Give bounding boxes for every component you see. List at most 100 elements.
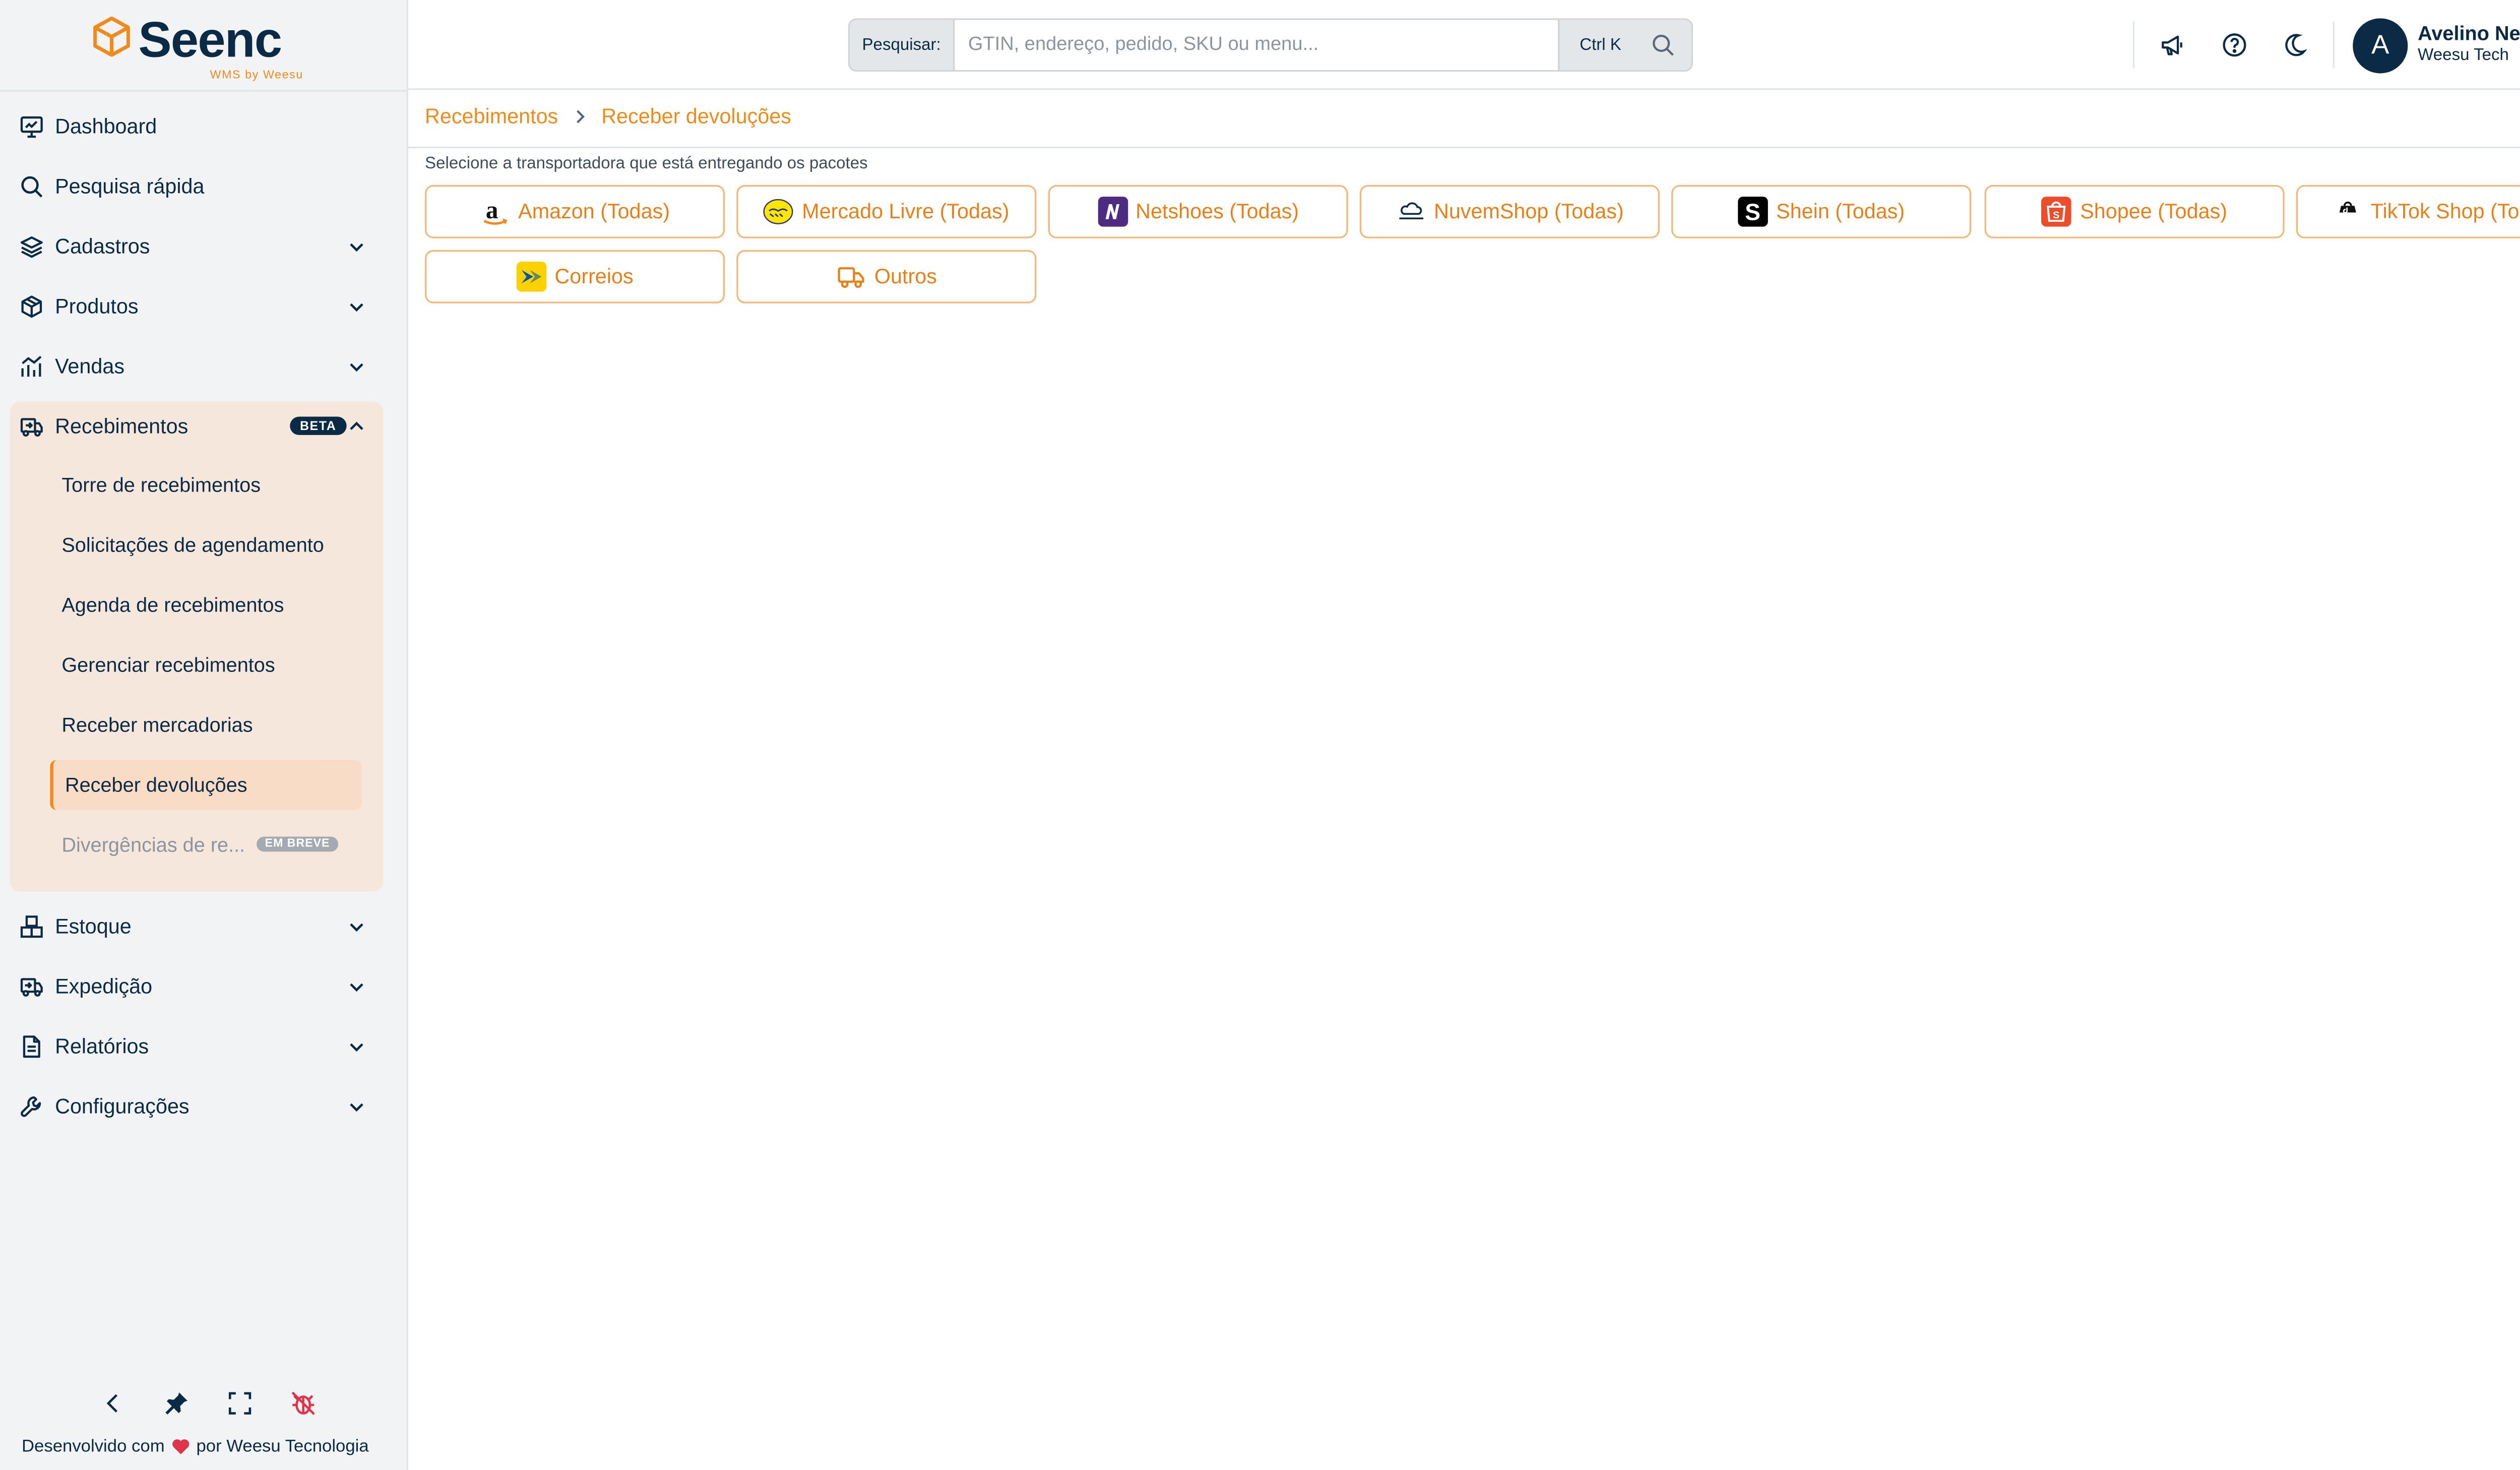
carrier-netshoes-button[interactable]: Netshoes (Todas) [1048,185,1348,238]
chevron-right-icon [572,108,588,125]
truck-ship-icon [20,975,43,998]
chevron-down-icon [347,357,367,377]
heart-icon [171,1438,190,1455]
beta-badge: BETA [290,416,347,435]
search-shortcut[interactable]: Ctrl K [1558,20,1691,70]
search-input[interactable] [955,20,1558,70]
nav-quick-search[interactable]: Pesquisa rápida [10,160,384,213]
divider [2132,21,2135,69]
carrier-tiktok-shop-button[interactable]: TikTok Shop (Todas) [2296,185,2520,238]
chevron-up-icon [347,417,367,437]
carrier-mercado-livre-button[interactable]: Mercado Livre (Todas) [736,185,1037,238]
sales-chart-icon [20,355,43,378]
nav-dashboard[interactable]: Dashboard [10,100,384,153]
megaphone-icon[interactable] [2160,32,2186,58]
search-icon [1651,33,1674,56]
chevron-left-icon[interactable] [100,1390,127,1417]
nav-vendas[interactable]: Vendas [10,340,384,393]
subnav-label: Torre de recebimentos [61,473,261,497]
nav-cadastros[interactable]: Cadastros [10,220,384,273]
nav-produtos-label: Produtos [55,295,139,319]
layers-icon [20,235,43,258]
nav-vendas-label: Vendas [55,355,125,379]
carrier-outros-button[interactable]: Outros [736,250,1037,303]
tiktok-shop-logo-icon [2333,197,2363,227]
shortcut-label: Ctrl K [1580,36,1621,54]
subnav-label: Agenda de recebimentos [61,593,284,617]
shein-logo-icon: S [1738,197,1768,227]
app-root: Seenc WMS by Weesu Dashboard Pesquisa rá… [0,0,2520,1470]
nav-expedicao[interactable]: Expedição [10,960,384,1013]
nav-estoque[interactable]: Estoque [10,900,384,953]
carrier-label: Outros [874,265,937,288]
divider [2333,21,2335,69]
carrier-label: Shein (Todas) [1776,200,1905,224]
divider [0,90,408,92]
avatar[interactable]: A [2353,18,2408,74]
nav-quick-search-label: Pesquisa rápida [55,175,205,199]
nav-configuracoes-label: Configurações [55,1095,190,1119]
top-bar: Pesquisar: Ctrl K A Avelino Neto Weesu T… [408,0,2520,90]
truck-receive-icon [20,415,43,438]
brand-name: Seenc [138,13,282,69]
nav-recebimentos[interactable]: Recebimentos BETA [10,400,384,453]
boxes-icon [20,915,43,938]
correios-logo-icon [516,262,546,292]
sidebar-footer: Desenvolvido com por Weesu Tecnologia [22,1437,369,1457]
chevron-down-icon [347,976,367,997]
truck-icon [836,262,866,292]
coming-soon-badge: EM BREVE [257,836,339,852]
netshoes-logo-icon [1097,197,1127,227]
chevron-down-icon [347,916,367,937]
nav-estoque-label: Estoque [55,915,132,939]
nav-dashboard-label: Dashboard [55,115,157,139]
chevron-down-icon [347,296,367,317]
subnav-gerenciar[interactable]: Gerenciar recebimentos [50,640,361,690]
carrier-label: Shopee (Todas) [2080,200,2228,224]
pin-icon[interactable] [163,1390,190,1417]
carrier-amazon-button[interactable]: a Amazon (Todas) [425,185,725,238]
subnav-receber-mercadorias[interactable]: Receber mercadorias [50,700,361,750]
breadcrumb: Recebimentos Receber devoluções [425,105,791,128]
monitor-icon [20,115,43,138]
subnav-agenda[interactable]: Agenda de recebimentos [50,580,361,630]
footer-right-text: por Weesu Tecnologia [196,1436,369,1457]
shopee-logo-icon: S [2042,197,2072,227]
fullscreen-icon[interactable] [227,1390,254,1417]
bug-off-icon[interactable] [290,1390,317,1417]
nav-relatorios[interactable]: Relatórios [10,1020,384,1073]
nav-configuracoes[interactable]: Configurações [10,1080,384,1133]
nav-produtos[interactable]: Produtos [10,280,384,333]
nav-expedicao-label: Expedição [55,975,153,999]
carrier-correios-button[interactable]: Correios [425,250,725,303]
amazon-logo-icon: a [480,197,510,227]
carrier-shopee-button[interactable]: S Shopee (Todas) [1984,185,2285,238]
breadcrumb-parent[interactable]: Recebimentos [425,105,558,128]
svg-text:S: S [2053,210,2060,221]
carrier-label: NuvemShop (Todas) [1433,200,1624,224]
subnav-label: Gerenciar recebimentos [61,653,275,677]
carrier-shein-button[interactable]: S Shein (Todas) [1671,185,1972,238]
search-label: Pesquisar: [850,20,955,70]
subnav-receber-devolucoes[interactable]: Receber devoluções [50,760,362,810]
subnav-label: Solicitações de agendamento [61,533,324,557]
moon-icon[interactable] [2281,32,2308,58]
user-name: Avelino Neto [2418,21,2520,45]
nav-recebimentos-label: Recebimentos [55,415,188,439]
subnav-solicitacoes[interactable]: Solicitações de agendamento [50,520,361,570]
help-icon[interactable] [2221,32,2248,58]
mercado-livre-logo-icon [764,197,794,227]
nav-cadastros-label: Cadastros [55,235,150,259]
subnav-torre[interactable]: Torre de recebimentos [50,460,361,510]
subnav-divergencias: Divergências de re... EM BREVE [50,820,361,870]
carrier-label: Amazon (Todas) [518,200,670,224]
box-logo-icon [93,17,130,57]
report-icon [20,1035,43,1058]
user-org: Weesu Tech [2418,46,2509,65]
brand-logo[interactable]: Seenc WMS by Weesu [93,10,327,82]
subnav-label: Divergências de re... [61,833,245,857]
carrier-label: Netshoes (Todas) [1136,200,1299,224]
search-icon [20,175,43,198]
chevron-down-icon [347,1096,367,1117]
carrier-nuvemshop-button[interactable]: NuvemShop (Todas) [1359,185,1660,238]
